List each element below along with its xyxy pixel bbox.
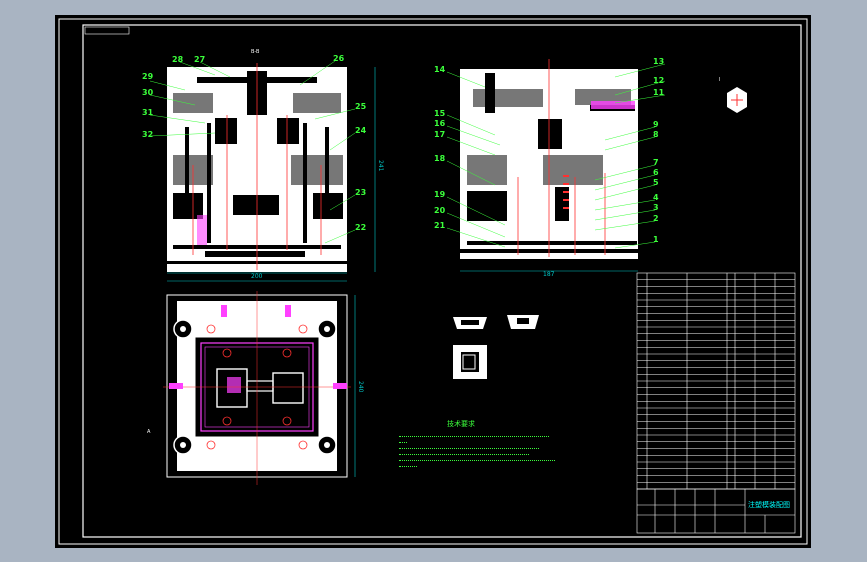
bom-table: [636, 272, 796, 490]
cad-drawing-canvas[interactable]: 28 27 26 29 30 25 31 32 24 23 22 14 13 12 11 15 16 17 18 9…: [55, 15, 811, 548]
part-number-label: 13: [653, 57, 665, 66]
tech-requirements-text: [399, 433, 559, 472]
left-section-view: [149, 60, 376, 274]
part-number-label: 2: [653, 214, 659, 223]
part-number-label: 14: [434, 65, 446, 74]
part-number-label: 11: [653, 88, 665, 97]
part-number-label: 8: [653, 130, 659, 139]
plan-height-dimension: 240: [357, 381, 364, 393]
part-number-label: 4: [653, 193, 659, 202]
part-number-label: 23: [355, 188, 367, 197]
left-width-dimension: 200: [251, 273, 263, 280]
part-number-label: 12: [653, 76, 665, 85]
part-number-label: 27: [194, 55, 206, 64]
detail-mark: I: [719, 77, 721, 83]
part-number-label: 24: [355, 126, 367, 135]
part-number-label: 9: [653, 120, 659, 129]
part-number-label: 26: [333, 54, 345, 63]
part-number-label: 22: [355, 223, 367, 232]
part-number-label: 28: [172, 55, 184, 64]
right-width-dimension: 187: [543, 271, 555, 278]
part-number-label: 7: [653, 158, 659, 167]
part-number-label: 29: [142, 72, 154, 81]
part-number-label: 18: [434, 154, 446, 163]
part-number-label: 20: [434, 206, 446, 215]
part-number-label: 19: [434, 190, 446, 199]
plan-mark: A: [147, 429, 151, 435]
section-mark: B-B: [251, 49, 260, 55]
tech-requirements-title: 技术要求: [447, 420, 475, 428]
part-number-label: 32: [142, 130, 154, 139]
part-number-label: 3: [653, 203, 659, 212]
part-number-label: 5: [653, 178, 659, 187]
drawing-title: 注塑模装配图: [748, 501, 790, 509]
part-number-label: 21: [434, 221, 446, 230]
part-number-label: 25: [355, 102, 367, 111]
part-number-label: 6: [653, 168, 659, 177]
part-number-label: 16: [434, 119, 446, 128]
title-block: [636, 488, 796, 534]
right-section-view: [446, 59, 666, 272]
left-height-dimension: 241: [377, 160, 384, 172]
part-number-label: 31: [142, 108, 154, 117]
plan-view: [163, 280, 356, 485]
part-number-label: 30: [142, 88, 154, 97]
part-number-label: 1: [653, 235, 659, 244]
part-number-label: 17: [434, 130, 446, 139]
part-number-label: 15: [434, 109, 446, 118]
